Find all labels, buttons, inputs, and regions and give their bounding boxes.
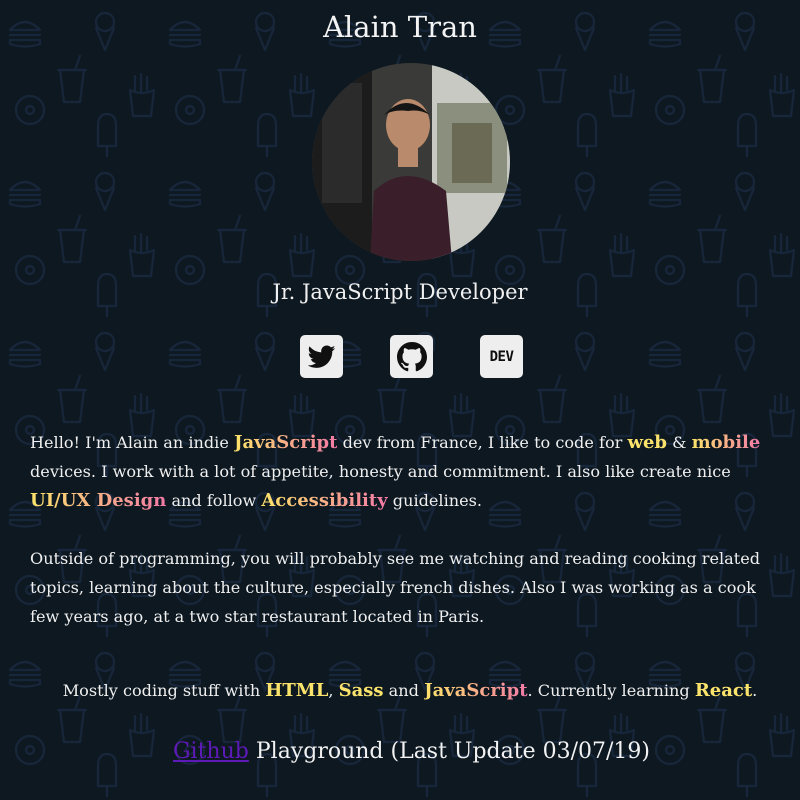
- about-paragraph-1: Hello! I'm Alain an indie JavaScript dev…: [30, 428, 790, 515]
- highlight-mobile: mobile: [691, 432, 761, 453]
- stack-text: Mostly coding stuff with: [62, 681, 266, 700]
- highlight-javascript-stack: JavaScript: [424, 680, 528, 701]
- github-icon: [396, 341, 427, 371]
- highlight-ui-ux-design: UI/UX Design: [30, 490, 167, 511]
- about-text: guidelines.: [387, 491, 482, 510]
- dev-icon: DEV: [489, 348, 514, 365]
- profile-page: Alain Tran Jr. JavaScript Developer DEV …: [0, 0, 800, 800]
- highlight-react: React: [694, 680, 753, 701]
- stack-text: and: [383, 681, 425, 700]
- about-text: Hello! I'm Alain an indie: [30, 433, 234, 452]
- highlight-sass: Sass: [338, 680, 384, 701]
- stack-text: ,: [328, 681, 339, 700]
- about-text: devices. I work with a lot of appetite, …: [30, 462, 731, 481]
- github-playground-link[interactable]: Github: [173, 739, 249, 764]
- about-text: dev from France, I like to code for: [337, 433, 628, 452]
- job-title: Jr. JavaScript Developer: [272, 280, 528, 304]
- footer: Github Playground (Last Update 03/07/19): [0, 735, 800, 769]
- tech-stack-line: Mostly coding stuff with HTML, Sass and …: [0, 676, 800, 705]
- highlight-html: HTML: [265, 680, 329, 701]
- footer-text: Playground (Last Update 03/07/19): [248, 739, 650, 764]
- dev-to-link[interactable]: DEV: [480, 335, 523, 378]
- avatar-photo: [312, 63, 510, 261]
- stack-text: . Currently learning: [527, 681, 695, 700]
- profile-name: Alain Tran: [323, 10, 477, 44]
- about-text: and follow: [166, 491, 262, 510]
- twitter-icon: [307, 344, 335, 368]
- about-paragraph-2: Outside of programming, you will probabl…: [30, 549, 761, 626]
- highlight-accessibility: Accessibility: [261, 490, 388, 511]
- stack-text: .: [752, 681, 758, 700]
- avatar: [312, 63, 510, 261]
- github-link[interactable]: [390, 335, 433, 378]
- highlight-web: web: [627, 432, 667, 453]
- twitter-link[interactable]: [300, 335, 343, 378]
- about-text: &: [667, 433, 692, 452]
- highlight-javascript: JavaScript: [233, 432, 338, 453]
